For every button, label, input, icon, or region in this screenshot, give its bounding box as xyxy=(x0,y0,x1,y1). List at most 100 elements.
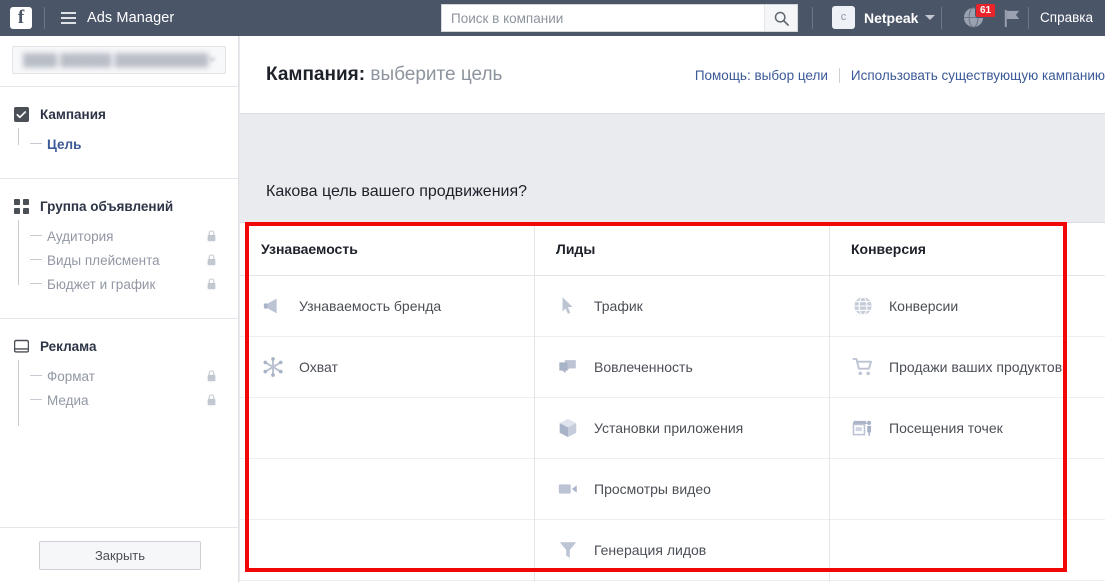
sidebar-subitems: Цель xyxy=(14,132,238,156)
objective-label: Конверсии xyxy=(889,298,958,314)
sidebar-group-adset: Группа объявлений Аудитория Виды плейсме… xyxy=(0,179,238,296)
sidebar-item-budget-schedule[interactable]: Бюджет и график xyxy=(30,272,238,296)
hamburger-menu-icon[interactable] xyxy=(61,9,76,27)
objective-label: Просмотры видео xyxy=(594,481,711,497)
objective-conversions[interactable]: Конверсии xyxy=(830,276,1105,337)
sidebar-item-audience[interactable]: Аудитория xyxy=(30,224,238,248)
page-title-rest: выберите цель xyxy=(365,64,502,85)
objective-column-conversion: Конверсия Конверсии xyxy=(830,223,1105,582)
page-title-bold: Кампания: xyxy=(266,64,365,85)
help-link[interactable]: Справка xyxy=(1040,10,1093,25)
account-name: Netpeak xyxy=(864,10,918,26)
tree-line xyxy=(18,128,19,145)
top-navigation-bar: f Ads Manager c Netpeak 61 xyxy=(0,0,1105,36)
ad-account-selector[interactable]: ████ ██████ ███████████ xyxy=(12,46,226,74)
sidebar-group-campaign: Кампания Цель xyxy=(0,87,238,156)
hub-network-icon xyxy=(261,355,285,379)
search-box[interactable] xyxy=(441,4,798,32)
globe-icon xyxy=(851,294,875,318)
search-input[interactable] xyxy=(442,5,764,31)
flag-icon[interactable] xyxy=(1001,8,1022,34)
grid-squares-icon xyxy=(14,199,29,214)
chevron-down-icon xyxy=(208,58,216,62)
lock-icon xyxy=(207,394,216,406)
storefront-icon xyxy=(851,416,875,440)
objective-reach[interactable]: Охват xyxy=(240,337,534,398)
sidebar-group-header-campaign[interactable]: Кампания xyxy=(14,107,238,122)
table-cell-empty xyxy=(830,459,1105,520)
link-divider xyxy=(839,68,840,83)
objective-label: Трафик xyxy=(594,298,643,314)
table-cell-empty xyxy=(240,398,534,459)
objective-label: Посещения точек xyxy=(889,420,1003,436)
objective-product-catalog-sales[interactable]: Продажи ваших продуктов xyxy=(830,337,1105,398)
lock-icon xyxy=(207,230,216,242)
megaphone-icon xyxy=(261,294,285,318)
column-header: Узнаваемость xyxy=(240,223,534,276)
main-content: Кампания: выберите цель Помощь: выбор це… xyxy=(240,36,1105,582)
notifications-button[interactable]: 61 xyxy=(962,6,985,34)
video-camera-icon xyxy=(556,477,580,501)
facebook-logo-icon[interactable]: f xyxy=(10,7,32,29)
table-cell-empty xyxy=(830,520,1105,581)
checkbox-checked-icon xyxy=(14,107,29,122)
cube-box-icon xyxy=(556,416,580,440)
objective-store-visits[interactable]: Посещения точек xyxy=(830,398,1105,459)
sidebar-group-header-adset[interactable]: Группа объявлений xyxy=(14,199,238,214)
objective-label: Вовлеченность xyxy=(594,359,693,375)
use-existing-campaign-link[interactable]: Использовать существующую кампанию xyxy=(851,68,1105,83)
column-header: Лиды xyxy=(535,223,829,276)
shopping-cart-icon xyxy=(851,355,875,379)
sidebar-item-media[interactable]: Медиа xyxy=(30,388,238,412)
objectives-table: Узнаваемость Узнаваемость бренда xyxy=(240,222,1105,582)
app-title: Ads Manager xyxy=(87,10,174,26)
objective-lead-generation[interactable]: Генерация лидов xyxy=(535,520,829,581)
sidebar-subitems: Формат Медиа xyxy=(14,364,238,412)
notification-badge: 61 xyxy=(975,3,996,18)
objective-question: Какова цель вашего продвижения? xyxy=(266,183,527,201)
objective-brand-awareness[interactable]: Узнаваемость бренда xyxy=(240,276,534,337)
objective-traffic[interactable]: Трафик xyxy=(535,276,829,337)
objective-label: Продажи ваших продуктов xyxy=(889,359,1062,375)
toolbar-divider xyxy=(812,7,813,29)
account-switcher[interactable]: c Netpeak xyxy=(832,6,935,29)
tree-line xyxy=(18,360,19,426)
sidebar-group-title: Кампания xyxy=(40,107,106,122)
table-cell-empty xyxy=(240,520,534,581)
sidebar-item-placements[interactable]: Виды плейсмента xyxy=(30,248,238,272)
sidebar-item-format[interactable]: Формат xyxy=(30,364,238,388)
help-choose-objective-link[interactable]: Помощь: выбор цели xyxy=(695,68,828,83)
table-cell-empty xyxy=(240,459,534,520)
sidebar-item-objective[interactable]: Цель xyxy=(30,132,238,156)
sidebar-item-label: Цель xyxy=(47,137,81,152)
header-links: Помощь: выбор цели Использовать существу… xyxy=(695,68,1105,83)
objective-app-installs[interactable]: Установки приложения xyxy=(535,398,829,459)
sidebar: ████ ██████ ███████████ Кампания Цель xyxy=(0,36,239,582)
lock-icon xyxy=(207,254,216,266)
sidebar-item-label: Формат xyxy=(47,369,95,384)
lock-icon xyxy=(207,370,216,382)
sidebar-item-label: Виды плейсмента xyxy=(47,253,160,268)
close-button[interactable]: Закрыть xyxy=(39,541,201,570)
sidebar-item-label: Аудитория xyxy=(47,229,113,244)
funnel-icon xyxy=(556,538,580,562)
objective-video-views[interactable]: Просмотры видео xyxy=(535,459,829,520)
chat-bubbles-icon xyxy=(556,355,580,379)
sidebar-group-header-ad[interactable]: Реклама xyxy=(14,339,238,354)
toolbar-divider xyxy=(44,7,45,29)
column-header: Конверсия xyxy=(830,223,1105,276)
sidebar-item-label: Медиа xyxy=(47,393,89,408)
search-icon[interactable] xyxy=(764,5,797,31)
objective-label: Установки приложения xyxy=(594,420,743,436)
sidebar-item-label: Бюджет и график xyxy=(47,277,155,292)
toolbar-divider xyxy=(1028,7,1029,29)
sidebar-subitems: Аудитория Виды плейсмента Бюджет и графи… xyxy=(14,224,238,296)
objective-column-consideration: Лиды Трафик Вовлеченность xyxy=(535,223,830,582)
cursor-arrow-icon xyxy=(556,294,580,318)
objective-engagement[interactable]: Вовлеченность xyxy=(535,337,829,398)
toolbar-divider xyxy=(941,7,942,29)
window-icon xyxy=(14,339,29,354)
sidebar-group-ad: Реклама Формат Медиа xyxy=(0,319,238,412)
objective-column-awareness: Узнаваемость Узнаваемость бренда xyxy=(240,223,535,582)
objective-label: Генерация лидов xyxy=(594,542,706,558)
